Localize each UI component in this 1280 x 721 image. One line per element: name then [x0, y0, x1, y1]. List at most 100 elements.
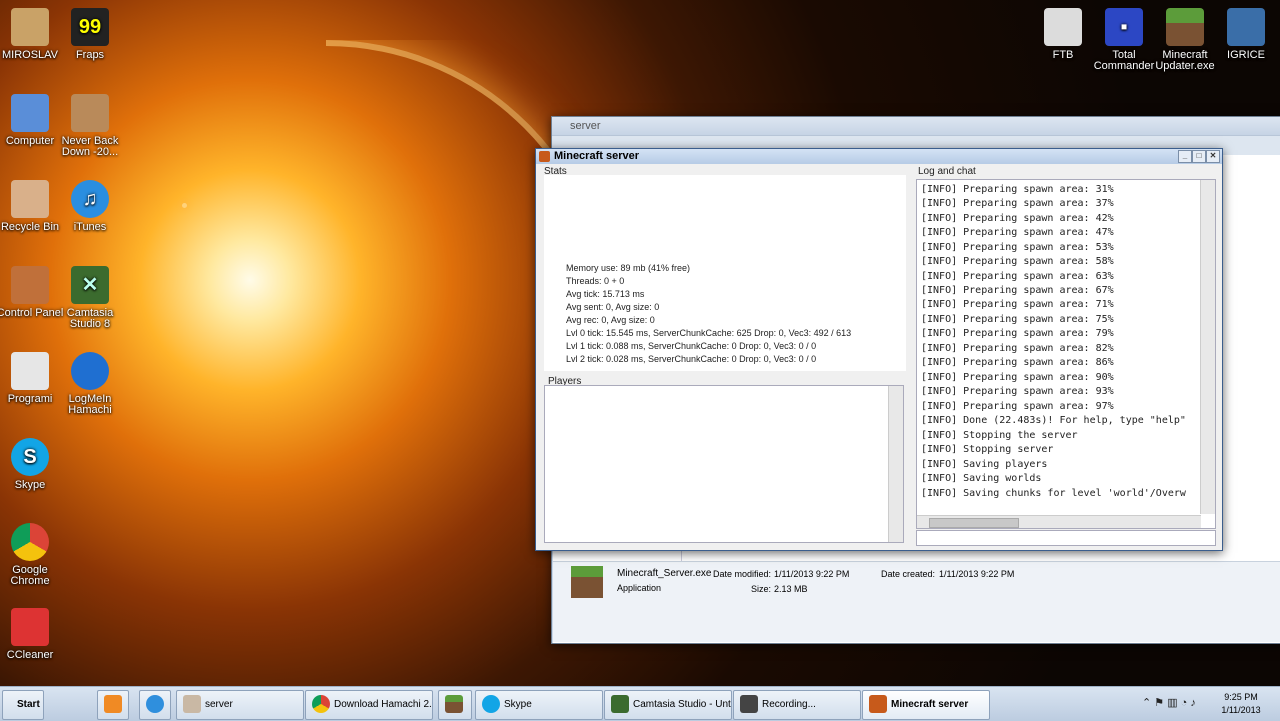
log-line: [INFO] Preparing spawn area: 82% — [921, 343, 1114, 354]
desktop-icon-hamachi[interactable]: LogMeIn Hamachi — [55, 352, 125, 416]
explorer-title: server — [552, 117, 1280, 135]
desktop-icon-ccleaner[interactable]: CCleaner — [0, 608, 65, 661]
itunes-icon: ♫ — [71, 180, 109, 218]
taskbar-item-minecraft-server[interactable]: Minecraft server — [862, 690, 990, 720]
log-line: [INFO] Preparing spawn area: 86% — [921, 357, 1114, 368]
ccleaner-icon — [11, 608, 49, 646]
star — [182, 203, 187, 208]
window-title-bar[interactable]: Minecraft server _ □ ✕ — [536, 149, 1222, 164]
log-line: [INFO] Preparing spawn area: 90% — [921, 372, 1114, 383]
taskbar-item-server[interactable]: server — [176, 690, 304, 720]
folder-user-icon — [11, 8, 49, 46]
taskbar-item-chrome[interactable]: Download Hamachi 2.... — [305, 690, 433, 720]
fraps-icon: 99 — [71, 8, 109, 46]
log-line: [INFO] Preparing spawn area: 42% — [921, 213, 1114, 224]
explorer-details-pane: Minecraft_Server.exe Application Date mo… — [553, 561, 1280, 642]
log-line: [INFO] Preparing spawn area: 79% — [921, 328, 1114, 339]
log-line: [INFO] Preparing spawn area: 53% — [921, 242, 1114, 253]
skype-icon: S — [11, 438, 49, 476]
stats-panel: Memory use: 89 mb (41% free) Threads: 0 … — [544, 175, 906, 371]
log-panel[interactable]: [INFO] Preparing spawn area: 31% [INFO] … — [916, 179, 1216, 529]
recording-icon — [740, 695, 758, 714]
command-input[interactable] — [916, 530, 1216, 546]
file-size: 2.13 MB — [774, 584, 808, 594]
desktop-icon-minecraft-updater[interactable]: Minecraft Updater.exe — [1150, 8, 1220, 72]
chrome-icon — [312, 695, 330, 714]
close-button[interactable]: ✕ — [1206, 150, 1220, 163]
log-line: [INFO] Preparing spawn area: 37% — [921, 198, 1114, 209]
players-scrollbar[interactable] — [888, 386, 903, 542]
camtasia-icon: ✕ — [71, 266, 109, 304]
folder-icon — [1227, 8, 1265, 46]
scroll-thumb[interactable] — [929, 518, 1019, 528]
log-line: [INFO] Stopping the server — [921, 430, 1078, 441]
stat-line: Lvl 2 tick: 0.028 ms, ServerChunkCache: … — [566, 354, 817, 364]
log-line: [INFO] Preparing spawn area: 58% — [921, 256, 1114, 267]
log-line: [INFO] Saving worlds — [921, 473, 1042, 484]
desktop-icon-ftb[interactable]: FTB — [1028, 8, 1098, 61]
quick-launch-icon[interactable] — [49, 690, 81, 720]
minecraft-server-window[interactable]: Minecraft server _ □ ✕ Stats Memory use:… — [535, 148, 1223, 551]
stat-line: Threads: 0 + 0 — [566, 276, 625, 286]
minecraft-icon — [571, 566, 603, 598]
minecraft-icon — [1166, 8, 1204, 46]
recycle-bin-icon — [11, 180, 49, 218]
log-line: [INFO] Saving players — [921, 459, 1048, 470]
log-line: [INFO] Preparing spawn area: 75% — [921, 314, 1114, 325]
log-label: Log and chat — [918, 166, 976, 177]
stat-line: Avg sent: 0, Avg size: 0 — [566, 302, 660, 312]
desktop-icon-skype[interactable]: S Skype — [0, 438, 65, 491]
floppy-icon: ▪ — [1105, 8, 1143, 46]
desktop-icon-igrice[interactable]: IGRICE — [1211, 8, 1280, 61]
folder-icon — [71, 94, 109, 132]
log-line: [INFO] Preparing spawn area: 31% — [921, 184, 1114, 195]
stat-line: Memory use: 89 mb (41% free) — [566, 263, 691, 273]
log-vertical-scrollbar[interactable] — [1200, 180, 1215, 514]
minimize-button[interactable]: _ — [1178, 150, 1192, 163]
desktop-icon-chrome[interactable]: Google Chrome — [0, 523, 65, 587]
date-modified: 1/11/2013 9:22 PM — [774, 569, 850, 579]
log-line: [INFO] Preparing spawn area: 63% — [921, 271, 1114, 282]
maximize-button[interactable]: □ — [1192, 150, 1206, 163]
log-line: [INFO] Done (22.483s)! For help, type "h… — [921, 415, 1186, 426]
stat-line: Avg tick: 15.713 ms — [566, 289, 645, 299]
skype-icon — [482, 695, 500, 714]
log-line: [INFO] Preparing spawn area: 97% — [921, 401, 1114, 412]
log-line: [INFO] Preparing spawn area: 67% — [921, 285, 1114, 296]
tray-icons[interactable]: ⌃ ⚑ ▥ ◔ ♪ — [1142, 696, 1196, 709]
start-button[interactable]: Start — [2, 690, 44, 720]
taskbar-item-recording[interactable]: Recording... — [733, 690, 861, 720]
java-icon — [539, 151, 550, 162]
folder-icon — [183, 695, 201, 714]
hamachi-icon — [71, 352, 109, 390]
log-line: [INFO] Preparing spawn area: 93% — [921, 386, 1114, 397]
stat-line: Lvl 0 tick: 15.545 ms, ServerChunkCache:… — [566, 328, 852, 338]
stat-line: Avg rec: 0, Avg size: 0 — [566, 315, 655, 325]
log-line: [INFO] Preparing spawn area: 47% — [921, 227, 1114, 238]
taskbar: Start server Download Hamachi 2.... Skyp… — [0, 686, 1280, 721]
desktop-icon-never-back-down[interactable]: Never Back Down -20... — [55, 94, 125, 158]
sun-flare — [326, 40, 612, 384]
desktop-icon-camtasia[interactable]: ✕ Camtasia Studio 8 — [55, 266, 125, 330]
file-name: Minecraft_Server.exe — [617, 568, 712, 579]
date-modified-label: Date modified: — [713, 569, 772, 579]
minecraft-taskbar-icon[interactable] — [438, 690, 472, 720]
file-type: Application — [617, 583, 662, 593]
taskbar-item-camtasia[interactable]: Camtasia Studio - Unt... — [604, 690, 732, 720]
log-line: [INFO] Preparing spawn area: 71% — [921, 299, 1114, 310]
clock[interactable]: 9:25 PM 1/11/2013 — [1212, 691, 1270, 717]
desktop-icon-total-commander[interactable]: ▪ Total Commander — [1089, 8, 1159, 72]
log-horizontal-scrollbar[interactable] — [917, 515, 1201, 528]
date-created: 1/11/2013 9:22 PM — [939, 569, 1015, 579]
desktop-icon-fraps[interactable]: 99 Fraps — [55, 8, 125, 61]
players-list[interactable] — [544, 385, 904, 543]
stat-line: Lvl 1 tick: 0.088 ms, ServerChunkCache: … — [566, 341, 817, 351]
size-label: Size: — [751, 584, 772, 594]
taskbar-item-skype[interactable]: Skype — [475, 690, 603, 720]
control-panel-icon — [11, 266, 49, 304]
media-player-icon[interactable] — [97, 690, 129, 720]
desktop-icon-itunes[interactable]: ♫ iTunes — [55, 180, 125, 233]
ie-icon[interactable] — [139, 690, 171, 720]
folder-icon — [1044, 8, 1082, 46]
camtasia-icon — [611, 695, 629, 714]
